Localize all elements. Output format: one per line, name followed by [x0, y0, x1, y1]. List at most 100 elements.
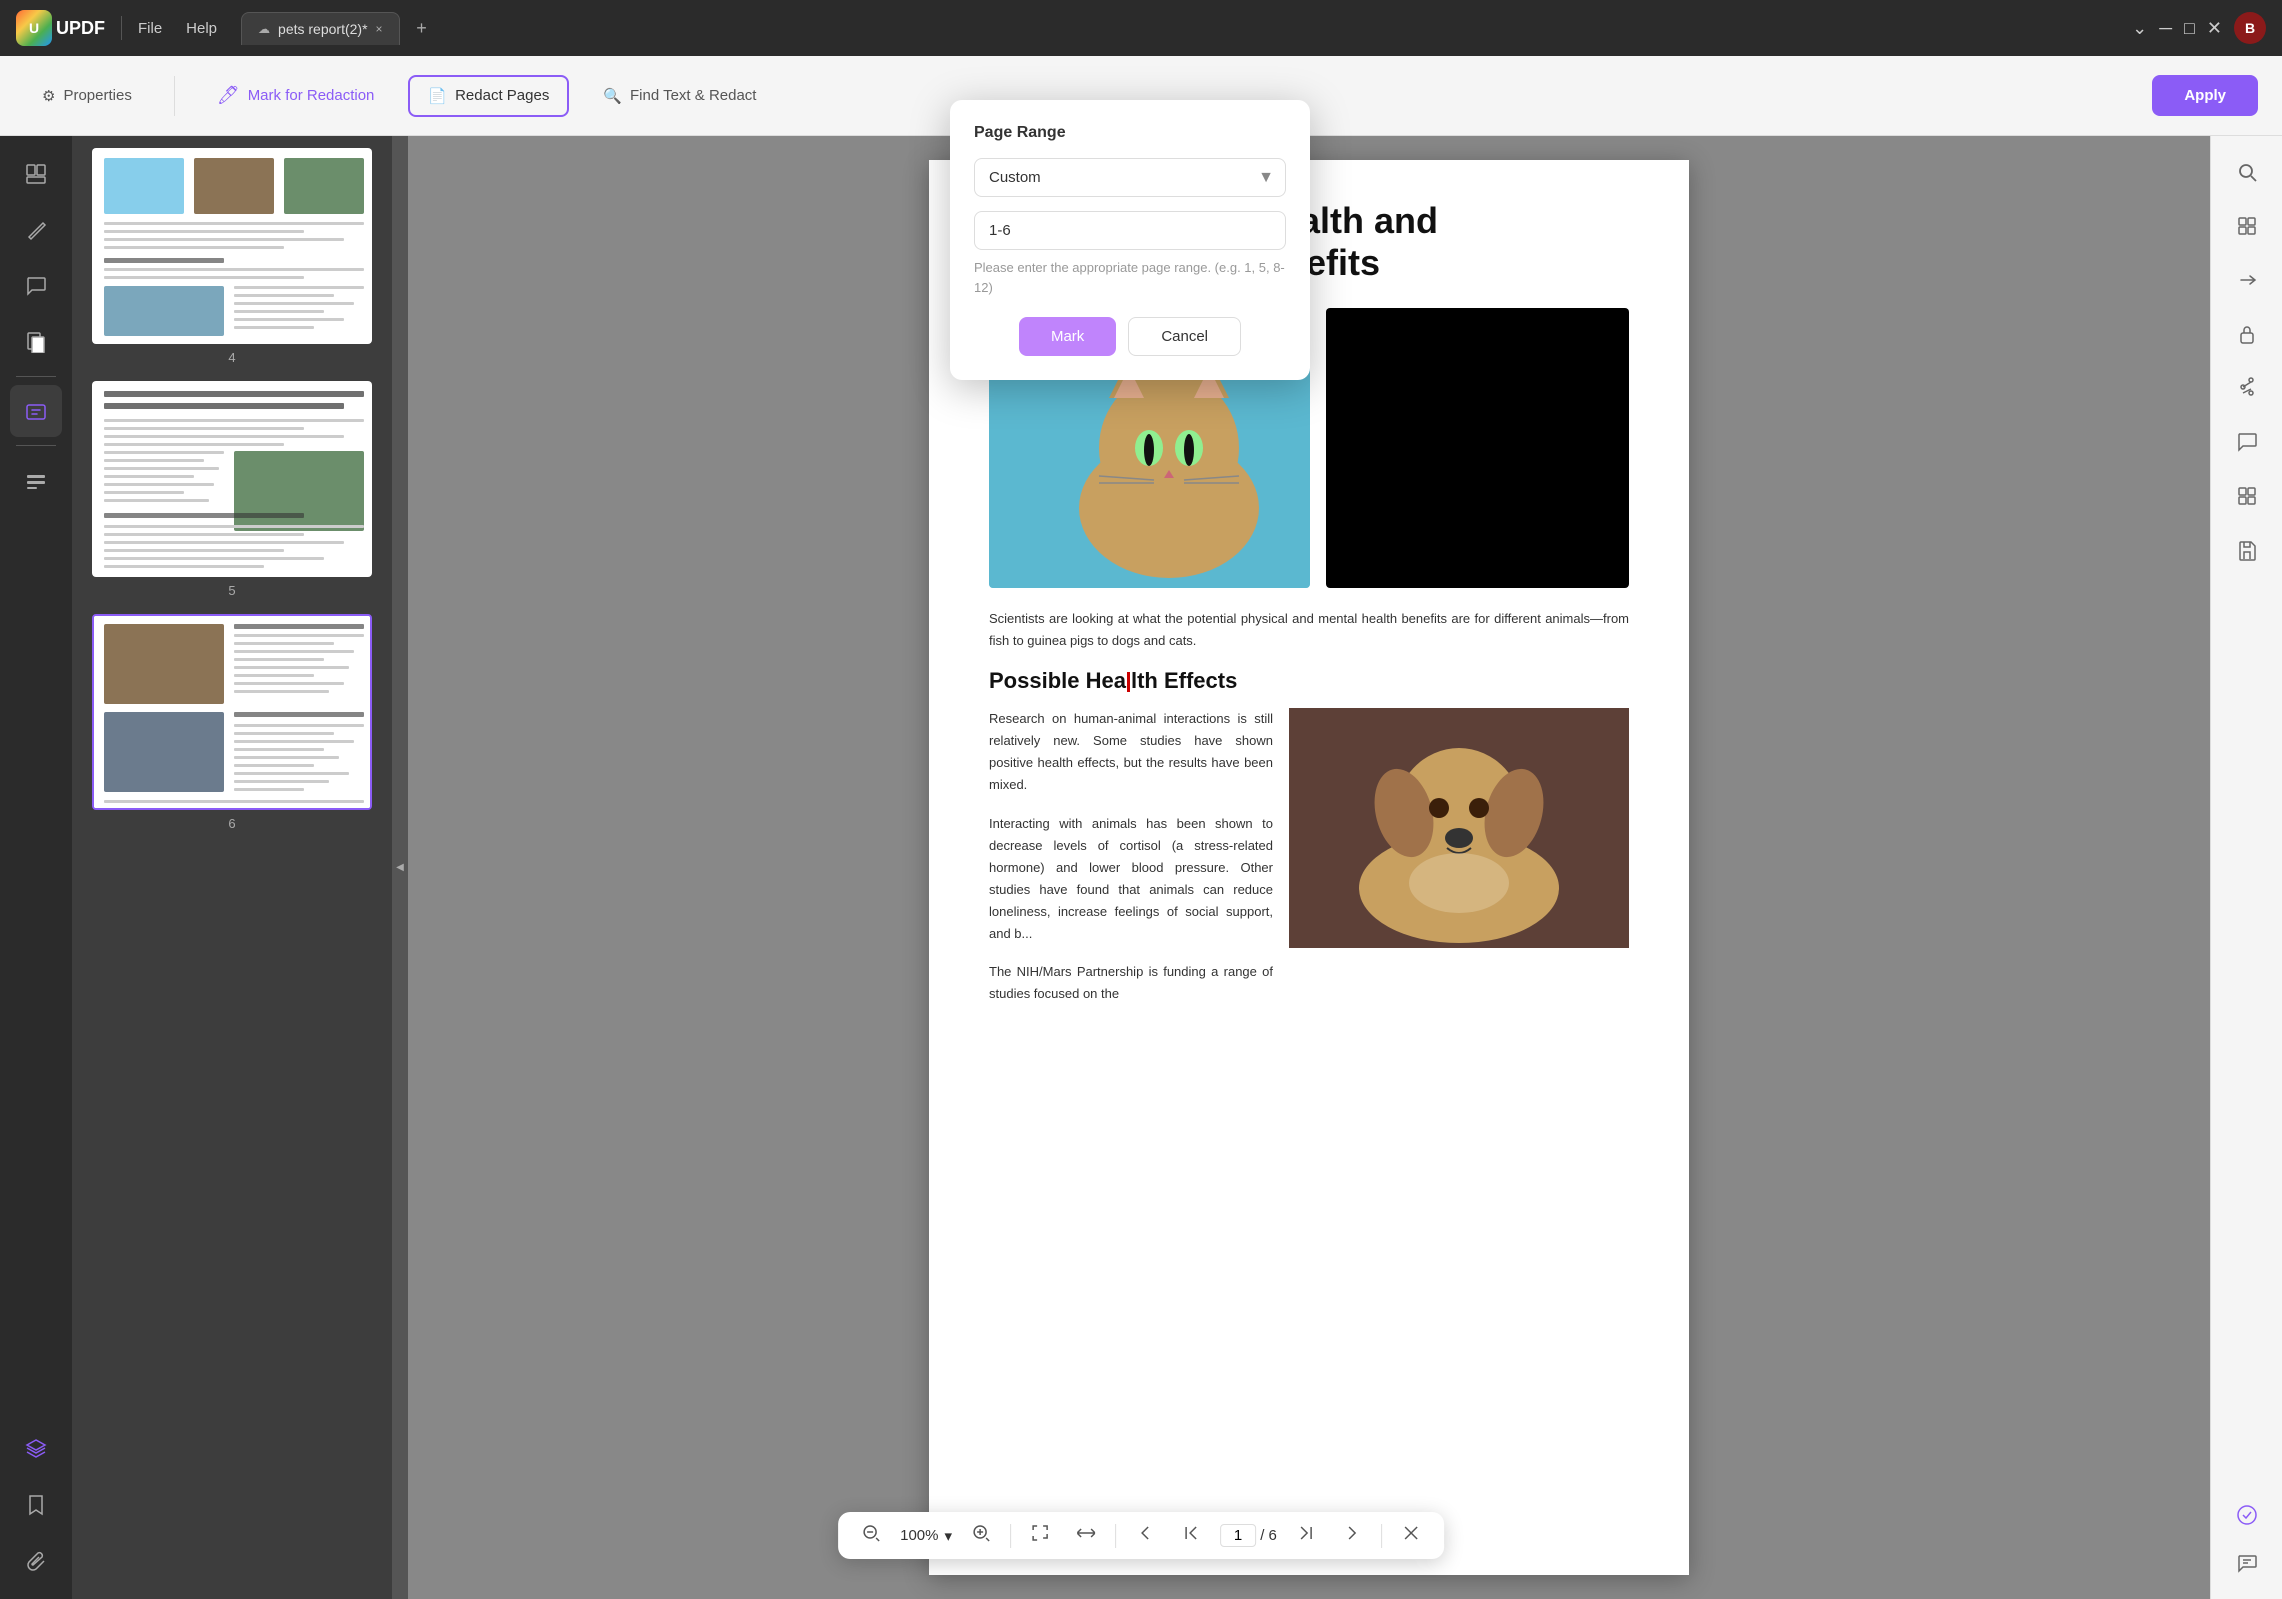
fit-width-button[interactable]: [1069, 1520, 1103, 1551]
last-page-button[interactable]: [1289, 1520, 1323, 1551]
redact-pages-label: Redact Pages: [455, 87, 549, 104]
thumbnail-6[interactable]: 6: [80, 614, 384, 831]
app-logo: U UPDF: [16, 10, 105, 46]
thumbnail-num-4: 4: [228, 350, 235, 365]
window-chevron-down-icon[interactable]: ⌄: [2132, 18, 2147, 39]
sidebar-item-edit[interactable]: [10, 204, 62, 256]
right-search-button[interactable]: [2223, 148, 2271, 196]
panel-collapse-handle[interactable]: ◀: [392, 136, 408, 1599]
bb-separator-3: [1381, 1524, 1382, 1548]
popup-actions: Mark Cancel: [974, 317, 1286, 356]
tab-add-button[interactable]: +: [408, 14, 436, 42]
tab-close-button[interactable]: ×: [376, 22, 383, 36]
doc-subheading: Possible Health Effects: [989, 668, 1629, 694]
page-range-input[interactable]: [974, 211, 1286, 250]
page-range-select[interactable]: Custom All Pages Odd Pages Even Pages: [974, 158, 1286, 197]
collapse-icon: ◀: [396, 862, 404, 873]
app-logo-icon: U: [16, 10, 52, 46]
thumbnail-num-6: 6: [228, 816, 235, 831]
sidebar-item-bookmark[interactable]: [10, 1479, 62, 1531]
doc-body-text-1: Scientists are looking at what the poten…: [989, 608, 1629, 652]
right-thumbnail-button[interactable]: [2223, 472, 2271, 520]
close-bottom-bar-button[interactable]: [1394, 1520, 1428, 1551]
properties-icon: ⚙: [42, 87, 55, 105]
first-page-button[interactable]: [1174, 1520, 1208, 1551]
app-name: UPDF: [56, 18, 105, 39]
popup-select-wrapper: Custom All Pages Odd Pages Even Pages ▼: [974, 158, 1286, 197]
left-divider-1: [16, 376, 56, 377]
doc-body-text-3: Interacting with animals has been shown …: [989, 813, 1273, 946]
titlebar-actions: ⌄ ─ □ ✕ B: [2132, 12, 2266, 44]
thumbnail-img-4: [92, 148, 372, 344]
zoom-out-button[interactable]: [854, 1520, 888, 1551]
bb-separator-2: [1115, 1524, 1116, 1548]
current-page-input[interactable]: [1220, 1524, 1256, 1547]
menu-help[interactable]: Help: [186, 20, 217, 37]
right-ocr-button[interactable]: [2223, 202, 2271, 250]
right-ai-button[interactable]: [2223, 1491, 2271, 1539]
properties-button[interactable]: ⚙ Properties: [24, 77, 150, 115]
redact-pages-button[interactable]: 📄 Redact Pages: [408, 75, 569, 117]
sidebar-item-pages[interactable]: [10, 316, 62, 368]
thumbnail-img-5: [92, 381, 372, 577]
popup-mark-button[interactable]: Mark: [1019, 317, 1116, 356]
popup-cancel-button[interactable]: Cancel: [1128, 317, 1241, 356]
right-convert-button[interactable]: [2223, 256, 2271, 304]
zoom-dropdown-icon[interactable]: ▾: [944, 1527, 952, 1545]
right-secure-button[interactable]: [2223, 310, 2271, 358]
next-page-button[interactable]: [1335, 1520, 1369, 1551]
right-comment-button[interactable]: [2223, 418, 2271, 466]
left-sidebar: [0, 136, 72, 1599]
menu-file[interactable]: File: [138, 20, 162, 37]
thumbnail-num-5: 5: [228, 583, 235, 598]
doc-body-text-2: Research on human-animal interactions is…: [989, 708, 1273, 796]
redact-pages-icon: 📄: [428, 87, 447, 105]
zoom-in-button[interactable]: [964, 1520, 998, 1551]
zoom-percent: 100%: [900, 1527, 938, 1544]
window-close-icon[interactable]: ✕: [2207, 18, 2222, 39]
dog-image: [1289, 708, 1629, 948]
right-sidebar: [2210, 136, 2282, 1599]
titlebar: U UPDF File Help ☁ pets report(2)* × + ⌄…: [0, 0, 2282, 56]
right-chat-button[interactable]: [2223, 1539, 2271, 1587]
right-save-button[interactable]: [2223, 526, 2271, 574]
find-text-label: Find Text & Redact: [630, 87, 756, 104]
popup-hint: Please enter the appropriate page range.…: [974, 258, 1286, 297]
page-indicator: / 6: [1220, 1524, 1277, 1547]
thumbnail-img-6: [92, 614, 372, 810]
sidebar-item-comment[interactable]: [10, 260, 62, 312]
sidebar-item-reader[interactable]: [10, 148, 62, 200]
user-avatar[interactable]: B: [2234, 12, 2266, 44]
doc-lower-row: Research on human-animal interactions is…: [989, 708, 1629, 1021]
doc-body-text-4: The NIH/Mars Partnership is funding a ra…: [989, 961, 1273, 1005]
titlebar-menu: File Help: [138, 20, 217, 37]
apply-button[interactable]: Apply: [2152, 75, 2258, 116]
sidebar-item-forms[interactable]: [10, 454, 62, 506]
thumbnail-5[interactable]: 5: [80, 381, 384, 598]
find-text-icon: 🔍: [603, 87, 622, 105]
mark-redaction-button[interactable]: 🖊 Mark for Redaction: [199, 75, 393, 116]
sidebar-item-layers[interactable]: [10, 1423, 62, 1475]
find-text-redact-button[interactable]: 🔍 Find Text & Redact: [585, 77, 774, 115]
tab-label: pets report(2)*: [278, 21, 367, 37]
thumbnail-panel: 4: [72, 136, 392, 1599]
window-minimize-icon[interactable]: ─: [2159, 18, 2172, 39]
right-share-button[interactable]: [2223, 364, 2271, 412]
left-divider-2: [16, 445, 56, 446]
window-maximize-icon[interactable]: □: [2184, 18, 2195, 39]
tab-cloud-icon: ☁: [258, 22, 270, 36]
zoom-level: 100% ▾: [900, 1527, 952, 1545]
toolbar-separator: [174, 76, 175, 116]
titlebar-divider: [121, 16, 122, 40]
bottom-bar: 100% ▾ / 6: [838, 1512, 1444, 1559]
tab-pets-report[interactable]: ☁ pets report(2)* ×: [241, 12, 400, 45]
user-avatar-letter: B: [2245, 20, 2255, 36]
sidebar-item-redact[interactable]: [10, 385, 62, 437]
fit-page-button[interactable]: [1023, 1520, 1057, 1551]
mark-redaction-label: Mark for Redaction: [248, 87, 375, 104]
sidebar-item-attachment[interactable]: [10, 1535, 62, 1587]
thumbnail-4[interactable]: 4: [80, 148, 384, 365]
mark-redaction-icon: 🖊: [217, 85, 240, 106]
page-range-popup: Page Range Custom All Pages Odd Pages Ev…: [950, 100, 1310, 380]
prev-page-button[interactable]: [1128, 1520, 1162, 1551]
